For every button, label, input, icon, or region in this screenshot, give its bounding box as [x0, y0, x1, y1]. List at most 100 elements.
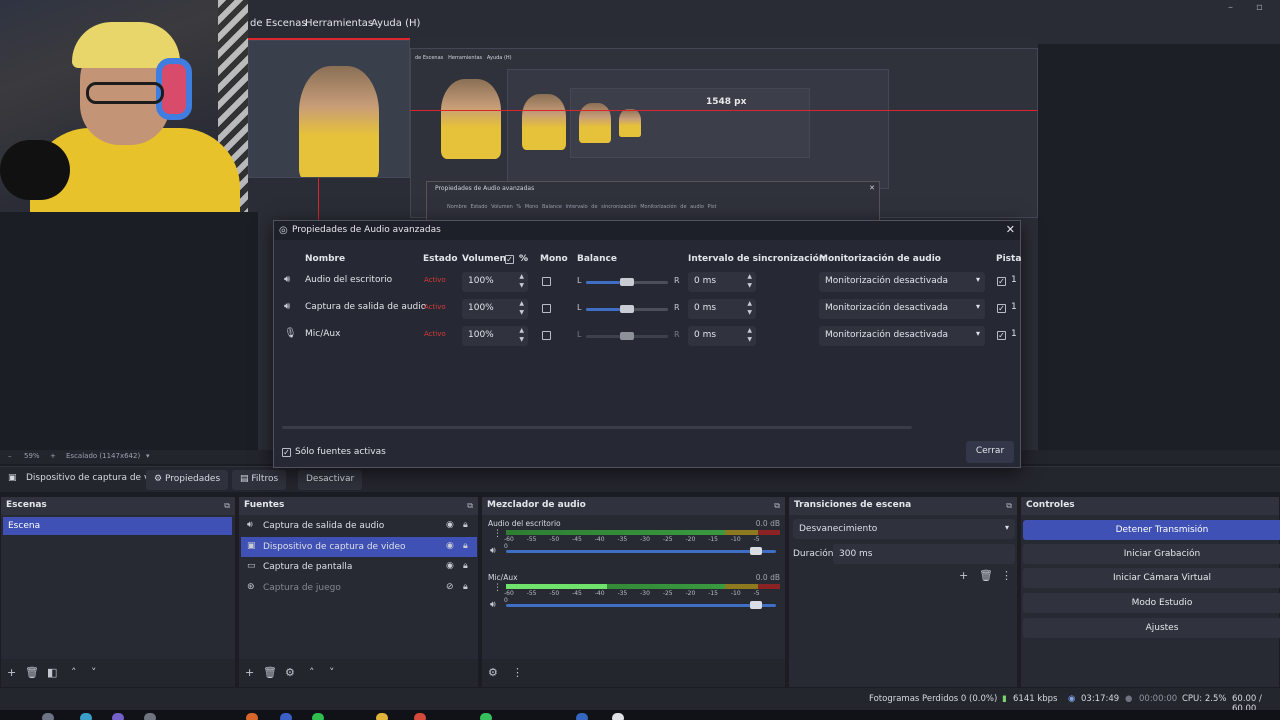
taskbar-app-icon[interactable] [144, 713, 156, 720]
trash-icon[interactable]: 🗑 [979, 569, 993, 582]
zoom-out-icon[interactable]: – [8, 452, 12, 460]
lock-icon[interactable]: 🔒︎ [463, 520, 468, 530]
taskbar-app-icon[interactable] [376, 713, 388, 720]
mono-checkbox[interactable] [542, 304, 551, 313]
track-checkbox[interactable]: ✓ [997, 304, 1006, 313]
filter-icon[interactable]: ◧ [47, 666, 57, 679]
eye-icon[interactable]: ◉ [446, 520, 454, 530]
move-down-icon[interactable]: ˅ [91, 666, 97, 679]
studio-mode-button[interactable]: Modo Estudio [1023, 593, 1280, 613]
menu-scene-collection[interactable]: de Escenas [250, 18, 307, 29]
taskbar-app-icon[interactable] [112, 713, 124, 720]
undock-icon[interactable]: ⧉ [1006, 501, 1012, 511]
menu-help[interactable]: Ayuda (H) [371, 18, 420, 29]
settings-button[interactable]: Ajustes [1023, 618, 1280, 638]
lock-icon[interactable]: 🔒︎ [463, 582, 468, 592]
move-up-icon[interactable]: ˄ [309, 666, 315, 679]
taskbar-app-icon[interactable] [80, 713, 92, 720]
horizontal-scrollbar[interactable] [282, 426, 912, 429]
properties-button[interactable]: ⚙ Propiedades [146, 470, 229, 490]
balance-handle[interactable] [620, 278, 634, 286]
track-checkbox[interactable]: ✓ [997, 331, 1006, 340]
sync-offset-input[interactable]: 0 ms ▲ ▼ [688, 299, 756, 319]
move-up-icon[interactable]: ˄ [71, 666, 77, 679]
more-icon[interactable]: ⋮ [512, 666, 523, 679]
only-active-checkbox[interactable]: ✓ [282, 448, 291, 457]
scene-item[interactable]: Escena [3, 517, 232, 535]
close-icon: ✕ [869, 184, 875, 192]
add-icon[interactable]: + [959, 569, 968, 582]
balance-handle[interactable] [620, 332, 634, 340]
source-item[interactable]: 🔊︎ Captura de salida de audio ◉ 🔒︎ [241, 516, 477, 536]
taskbar-app-icon[interactable] [414, 713, 426, 720]
volume-input[interactable]: 100% ▲ ▼ [462, 326, 528, 346]
taskbar-app-icon[interactable] [246, 713, 258, 720]
trash-icon[interactable]: 🗑 [263, 666, 277, 679]
dialog-titlebar: ◎ Propiedades de Audio avanzadas ✕ [274, 221, 1020, 240]
undock-icon[interactable]: ⧉ [224, 501, 230, 511]
undock-icon[interactable]: ⧉ [774, 501, 780, 511]
add-icon[interactable]: + [7, 666, 16, 679]
close-button[interactable]: Cerrar [966, 441, 1014, 463]
volume-slider[interactable] [506, 550, 776, 553]
source-item[interactable]: ⊛ Captura de juego ⊘ 🔒︎ [241, 578, 477, 598]
deactivate-button[interactable]: Desactivar [298, 470, 363, 490]
speaker-icon[interactable]: 🔊︎ [490, 600, 496, 610]
lock-icon[interactable]: 🔒︎ [463, 561, 468, 571]
balance-handle[interactable] [620, 305, 634, 313]
filters-button[interactable]: ▤ Filtros [232, 470, 287, 490]
sync-offset-input[interactable]: 0 ms ▲ ▼ [688, 272, 756, 292]
volume-input[interactable]: 100% ▲ ▼ [462, 299, 528, 319]
volume-slider[interactable] [506, 604, 776, 607]
volume-handle[interactable] [750, 547, 762, 555]
meter-tick-label: 0 [504, 543, 508, 550]
maximize-icon[interactable]: ▫ [1256, 2, 1263, 13]
more-icon[interactable]: ⋮ [1001, 569, 1012, 582]
speaker-icon[interactable]: 🔊︎ [490, 546, 496, 556]
gear-icon[interactable]: ⚙ [488, 666, 498, 679]
monitoring-select[interactable]: Monitorización desactivada ▾ [819, 272, 985, 292]
meter-tick-label: -25 [662, 536, 673, 543]
volume-percent-checkbox[interactable]: ✓ [505, 255, 514, 264]
spin-arrows-icon: ▲ ▼ [747, 300, 752, 316]
stop-streaming-button[interactable]: Detener Transmisión [1023, 520, 1280, 540]
lock-icon[interactable]: 🔒︎ [463, 541, 468, 551]
taskbar-app-icon[interactable] [480, 713, 492, 720]
source-item[interactable]: ▣ Dispositivo de captura de video ◉ 🔒︎ [241, 537, 477, 557]
duration-input[interactable]: 300 ms [833, 544, 1015, 564]
volume-input[interactable]: 100% ▲ ▼ [462, 272, 528, 292]
source-item[interactable]: ▭ Captura de pantalla ◉ 🔒︎ [241, 557, 477, 577]
volume-handle[interactable] [750, 601, 762, 609]
minimize-icon[interactable]: – [1228, 2, 1233, 13]
monitoring-select[interactable]: Monitorización desactivada ▾ [819, 326, 985, 346]
taskbar-app-icon[interactable] [576, 713, 588, 720]
taskbar-app-icon[interactable] [280, 713, 292, 720]
sync-offset-input[interactable]: 0 ms ▲ ▼ [688, 326, 756, 346]
monitoring-select[interactable]: Monitorización desactivada ▾ [819, 299, 985, 319]
taskbar-app-icon[interactable] [312, 713, 324, 720]
start-virtual-camera-button[interactable]: Iniciar Cámara Virtual [1023, 568, 1280, 588]
search-icon[interactable] [42, 713, 54, 720]
eye-hidden-icon[interactable]: ⊘ [446, 582, 454, 592]
track-checkbox[interactable]: ✓ [997, 277, 1006, 286]
obs-taskbar-icon[interactable] [612, 713, 624, 720]
meter-tick-label: -25 [662, 590, 673, 597]
eye-icon[interactable]: ◉ [446, 561, 454, 571]
move-down-icon[interactable]: ˅ [329, 666, 335, 679]
eye-icon[interactable]: ◉ [446, 541, 454, 551]
mono-checkbox[interactable] [542, 277, 551, 286]
trash-icon[interactable]: 🗑 [25, 666, 39, 679]
more-icon[interactable]: ⋮ [493, 583, 502, 593]
spin-arrows-icon: ▲ ▼ [747, 327, 752, 343]
zoom-in-icon[interactable]: + [50, 452, 56, 460]
chevron-down-icon[interactable]: ▾ [146, 452, 150, 460]
start-recording-button[interactable]: Iniciar Grabación [1023, 544, 1280, 564]
mono-checkbox[interactable] [542, 331, 551, 340]
menu-tools[interactable]: Herramientas [305, 18, 373, 29]
transition-select[interactable]: Desvanecimiento ▾ [793, 519, 1015, 539]
more-icon[interactable]: ⋮ [493, 529, 502, 539]
close-icon[interactable]: ✕ [1006, 223, 1015, 236]
undock-icon[interactable]: ⧉ [467, 501, 473, 511]
add-icon[interactable]: + [245, 666, 254, 679]
gear-icon[interactable]: ⚙ [285, 666, 295, 679]
